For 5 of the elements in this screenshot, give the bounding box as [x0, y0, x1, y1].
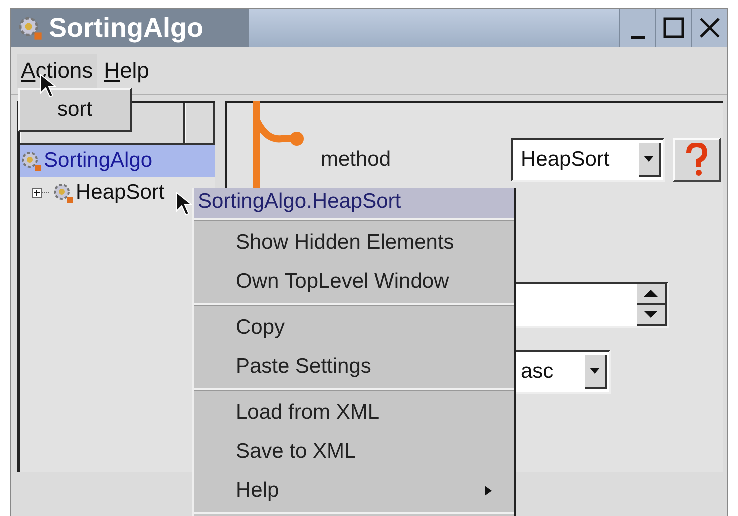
- tree-item-label: HeapSort: [76, 181, 165, 205]
- tree-item-label: SortingAlgo: [44, 149, 153, 173]
- context-menu-title: SortingAlgo.HeapSort: [194, 188, 514, 220]
- property-label: method: [321, 148, 392, 172]
- window-title: SortingAlgo: [49, 12, 204, 44]
